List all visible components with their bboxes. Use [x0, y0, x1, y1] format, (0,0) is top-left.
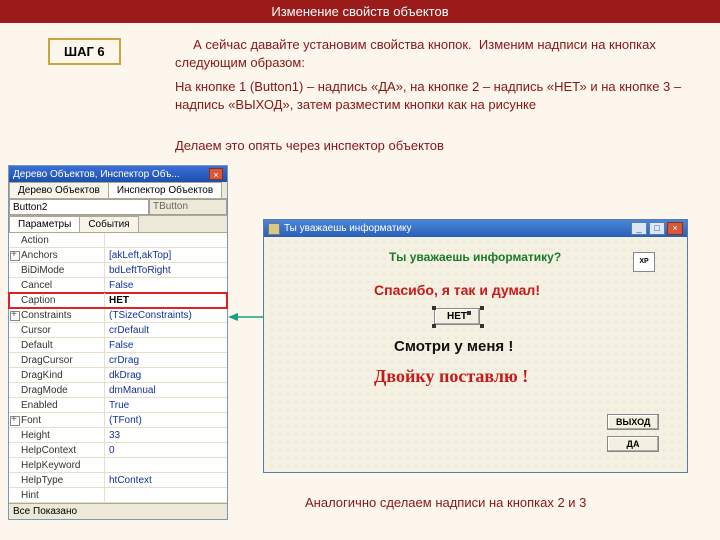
property-value[interactable]: bdLeftToRight — [105, 263, 227, 277]
form-titlebar[interactable]: Ты уважаешь информатику _ □ × — [264, 220, 687, 237]
label-question[interactable]: Ты уважаешь информатику? — [389, 250, 561, 264]
label-dvoyku[interactable]: Двойку поставлю ! — [374, 366, 528, 387]
paragraph-intro: А сейчас давайте установим свойства кноп… — [175, 36, 675, 71]
app-icon — [268, 223, 280, 235]
button-net[interactable]: НЕТ — [434, 308, 480, 325]
property-row[interactable]: DragCursorcrDrag — [9, 353, 227, 368]
property-value[interactable]: НЕТ — [105, 293, 227, 307]
property-value[interactable]: (TFont) — [105, 413, 227, 427]
property-row[interactable]: Constraints(TSizeConstraints) — [9, 308, 227, 323]
label-watch[interactable]: Смотри у меня ! — [394, 338, 513, 355]
property-name: Cancel — [9, 278, 105, 292]
property-name: HelpType — [9, 473, 105, 487]
property-value[interactable]: 0 — [105, 443, 227, 457]
property-row[interactable]: HelpTypehtContext — [9, 473, 227, 488]
property-name: BiDiMode — [9, 263, 105, 277]
button-da[interactable]: ДА — [607, 436, 659, 452]
form-preview-window: Ты уважаешь информатику _ □ × Ты уважаеш… — [263, 219, 688, 473]
property-row[interactable]: Action — [9, 233, 227, 248]
property-row[interactable]: Height33 — [9, 428, 227, 443]
component-selector-row: TButton — [9, 199, 227, 216]
property-name: HelpKeyword — [9, 458, 105, 472]
property-row[interactable]: HelpContext0 — [9, 443, 227, 458]
paragraph-instructions: На кнопке 1 (Button1) – надпись «ДА», на… — [175, 78, 685, 113]
inspector-sub-tabs: Параметры События — [9, 216, 227, 233]
inspector-status: Все Показано — [9, 503, 227, 519]
property-row[interactable]: HelpKeyword — [9, 458, 227, 473]
property-value[interactable] — [105, 233, 227, 247]
close-icon[interactable]: × — [209, 168, 223, 180]
footer-note: Аналогично сделаем надписи на кнопках 2 … — [305, 495, 586, 510]
component-type-label: TButton — [149, 199, 227, 215]
tab-properties[interactable]: Параметры — [9, 216, 80, 232]
property-name: Enabled — [9, 398, 105, 412]
property-value[interactable]: (TSizeConstraints) — [105, 308, 227, 322]
property-value[interactable]: htContext — [105, 473, 227, 487]
tab-object-inspector[interactable]: Инспектор Объектов — [108, 182, 222, 198]
property-value[interactable]: crDefault — [105, 323, 227, 337]
page-title: Изменение свойств объектов — [271, 4, 448, 19]
property-row[interactable]: CursorcrDefault — [9, 323, 227, 338]
property-value[interactable]: 33 — [105, 428, 227, 442]
property-value[interactable]: False — [105, 338, 227, 352]
button-exit[interactable]: ВЫХОД — [607, 414, 659, 430]
property-row[interactable]: BiDiModebdLeftToRight — [9, 263, 227, 278]
property-row[interactable]: DefaultFalse — [9, 338, 227, 353]
property-name: Cursor — [9, 323, 105, 337]
property-value[interactable]: False — [105, 278, 227, 292]
property-name: HelpContext — [9, 443, 105, 457]
minimize-icon[interactable]: _ — [631, 222, 647, 235]
property-name: Height — [9, 428, 105, 442]
property-name: Caption — [9, 293, 105, 307]
close-window-icon[interactable]: × — [667, 222, 683, 235]
property-name: Hint — [9, 488, 105, 502]
property-row[interactable]: EnabledTrue — [9, 398, 227, 413]
property-value[interactable]: crDrag — [105, 353, 227, 367]
tab-object-tree[interactable]: Дерево Объектов — [9, 182, 109, 198]
paragraph-method: Делаем это опять через инспектор объекто… — [175, 138, 675, 153]
inspector-title: Дерево Объектов, Инспектор Объ... — [13, 169, 180, 180]
property-name: Font — [9, 413, 105, 427]
property-row[interactable]: CaptionНЕТ — [9, 293, 227, 308]
xp-image[interactable]: XP — [633, 252, 655, 272]
property-value[interactable]: True — [105, 398, 227, 412]
property-row[interactable]: Anchors[akLeft,akTop] — [9, 248, 227, 263]
property-name: Anchors — [9, 248, 105, 262]
property-row[interactable]: Hint — [9, 488, 227, 503]
label-thanks[interactable]: Спасибо, я так и думал! — [374, 282, 540, 298]
property-value[interactable]: dmManual — [105, 383, 227, 397]
form-title: Ты уважаешь информатику — [284, 223, 412, 234]
property-row[interactable]: DragModedmManual — [9, 383, 227, 398]
property-value[interactable] — [105, 488, 227, 502]
property-name: DragKind — [9, 368, 105, 382]
object-inspector-window: Дерево Объектов, Инспектор Объ... × Дере… — [8, 165, 228, 520]
step-badge: ШАГ 6 — [48, 38, 121, 65]
page-header: Изменение свойств объектов — [0, 0, 720, 23]
property-value[interactable] — [105, 458, 227, 472]
property-name: Action — [9, 233, 105, 247]
property-name: DragMode — [9, 383, 105, 397]
maximize-icon[interactable]: □ — [649, 222, 665, 235]
property-name: DragCursor — [9, 353, 105, 367]
inspector-top-tabs: Дерево Объектов Инспектор Объектов — [9, 182, 227, 199]
tab-events[interactable]: События — [79, 216, 138, 232]
property-value[interactable]: dkDrag — [105, 368, 227, 382]
component-name-combo[interactable] — [9, 199, 149, 215]
property-row[interactable]: CancelFalse — [9, 278, 227, 293]
property-name: Constraints — [9, 308, 105, 322]
property-grid[interactable]: ActionAnchors[akLeft,akTop]BiDiModebdLef… — [9, 233, 227, 503]
property-value[interactable]: [akLeft,akTop] — [105, 248, 227, 262]
inspector-titlebar[interactable]: Дерево Объектов, Инспектор Объ... × — [9, 166, 227, 182]
property-name: Default — [9, 338, 105, 352]
property-row[interactable]: Font(TFont) — [9, 413, 227, 428]
property-row[interactable]: DragKinddkDrag — [9, 368, 227, 383]
